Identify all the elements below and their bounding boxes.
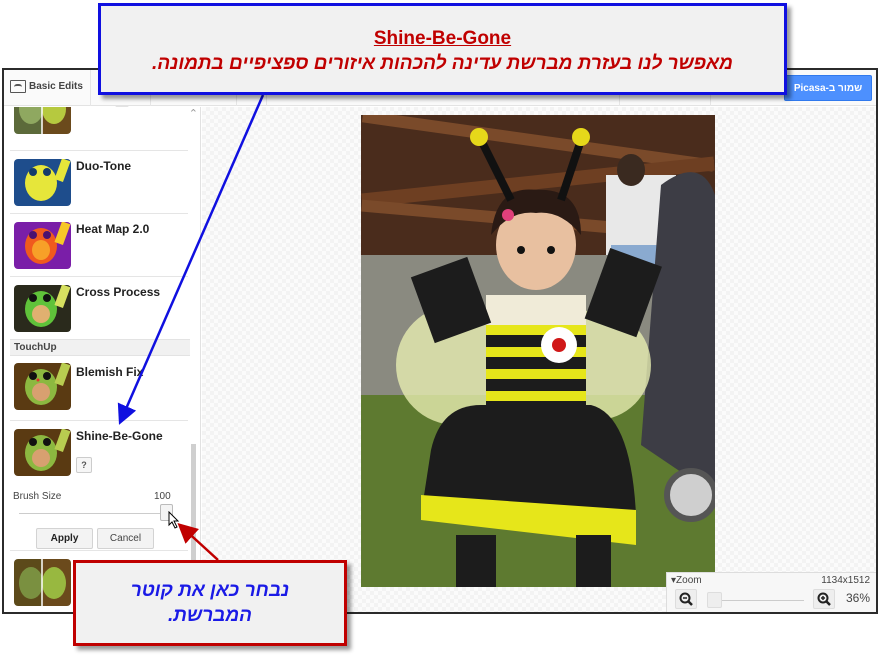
cancel-button[interactable]: Cancel <box>97 528 154 549</box>
image-dimensions: 1134x1512 <box>821 575 870 586</box>
effect-thumbnail <box>14 363 71 410</box>
annotation-description: מאפשר לנו בעזרת מברשת עדינה להכהות איזור… <box>152 53 733 74</box>
effect-label: Duo-Tone <box>76 159 132 173</box>
annotation-line: נבחר כאן את קוטר <box>130 580 290 601</box>
annotation-callout-top: Shine-Be-Gone מאפשר לנו בעזרת מברשת עדינ… <box>98 3 787 95</box>
effect-thumbnail <box>14 107 71 134</box>
zoom-in-icon <box>817 592 831 606</box>
effect-thumbnail <box>14 429 71 476</box>
zoom-panel: ▾Zoom 1134x1512 36% <box>666 572 876 612</box>
mouse-cursor-icon <box>168 511 180 529</box>
brush-size-label: Brush Size <box>13 491 62 502</box>
effect-label: Blemish Fix <box>76 365 144 379</box>
apply-button[interactable]: Apply <box>36 528 93 549</box>
effect-thumbnail <box>14 285 71 332</box>
effect-thumbnail <box>14 159 71 206</box>
effect-label: Cross Process <box>76 285 161 299</box>
effect-thumbnail <box>14 222 71 269</box>
zoom-out-icon <box>679 592 693 606</box>
annotation-callout-bottom: נבחר כאן את קוטר המברשת. <box>73 560 347 646</box>
effect-item-duo-tone[interactable]: Duo-Tone <box>10 150 188 213</box>
effect-item-blemish-fix[interactable]: Blemish Fix <box>10 357 188 420</box>
basic-edits-tab[interactable]: Basic Edits <box>10 80 83 93</box>
image-icon <box>10 80 26 93</box>
photo-preview[interactable] <box>361 115 715 587</box>
effect-label: Heat Map 2.0 <box>76 222 150 236</box>
image-canvas: ▾Zoom 1134x1512 36% <box>202 107 876 612</box>
effects-panel: ⌃ Duo-Tone Heat Map 2.0 Cross Process To… <box>4 107 201 612</box>
zoom-in-button[interactable] <box>813 589 835 609</box>
brush-size-slider-track[interactable] <box>19 513 171 514</box>
annotation-line: המברשת. <box>168 605 252 626</box>
brush-size-value: 100 <box>154 491 171 502</box>
annotation-title: Shine-Be-Gone <box>373 28 512 49</box>
zoom-slider-track[interactable] <box>709 600 804 601</box>
effect-item[interactable] <box>10 107 188 143</box>
basic-edits-label: Basic Edits <box>29 81 83 92</box>
editor-window: Basic Edits שמור ב-Picasa ⌃ Duo-Tone Hea… <box>2 68 878 614</box>
zoom-title[interactable]: ▾Zoom <box>671 575 702 586</box>
effect-label: Shine-Be-Gone <box>76 429 163 443</box>
zoom-slider-handle[interactable] <box>707 592 722 608</box>
section-header-touchup: TouchUp <box>10 339 190 356</box>
effect-item-cross-process[interactable]: Cross Process <box>10 276 188 339</box>
save-to-picasa-button[interactable]: שמור ב-Picasa <box>784 75 872 101</box>
effect-item-heat-map[interactable]: Heat Map 2.0 <box>10 213 188 276</box>
zoom-out-button[interactable] <box>675 589 697 609</box>
toolbar-tab-divider <box>90 70 91 106</box>
zoom-percentage: 36% <box>845 591 870 605</box>
effect-thumbnail <box>14 559 71 606</box>
scroll-up-icon[interactable]: ⌃ <box>189 109 198 120</box>
help-button[interactable]: ? <box>76 457 92 473</box>
